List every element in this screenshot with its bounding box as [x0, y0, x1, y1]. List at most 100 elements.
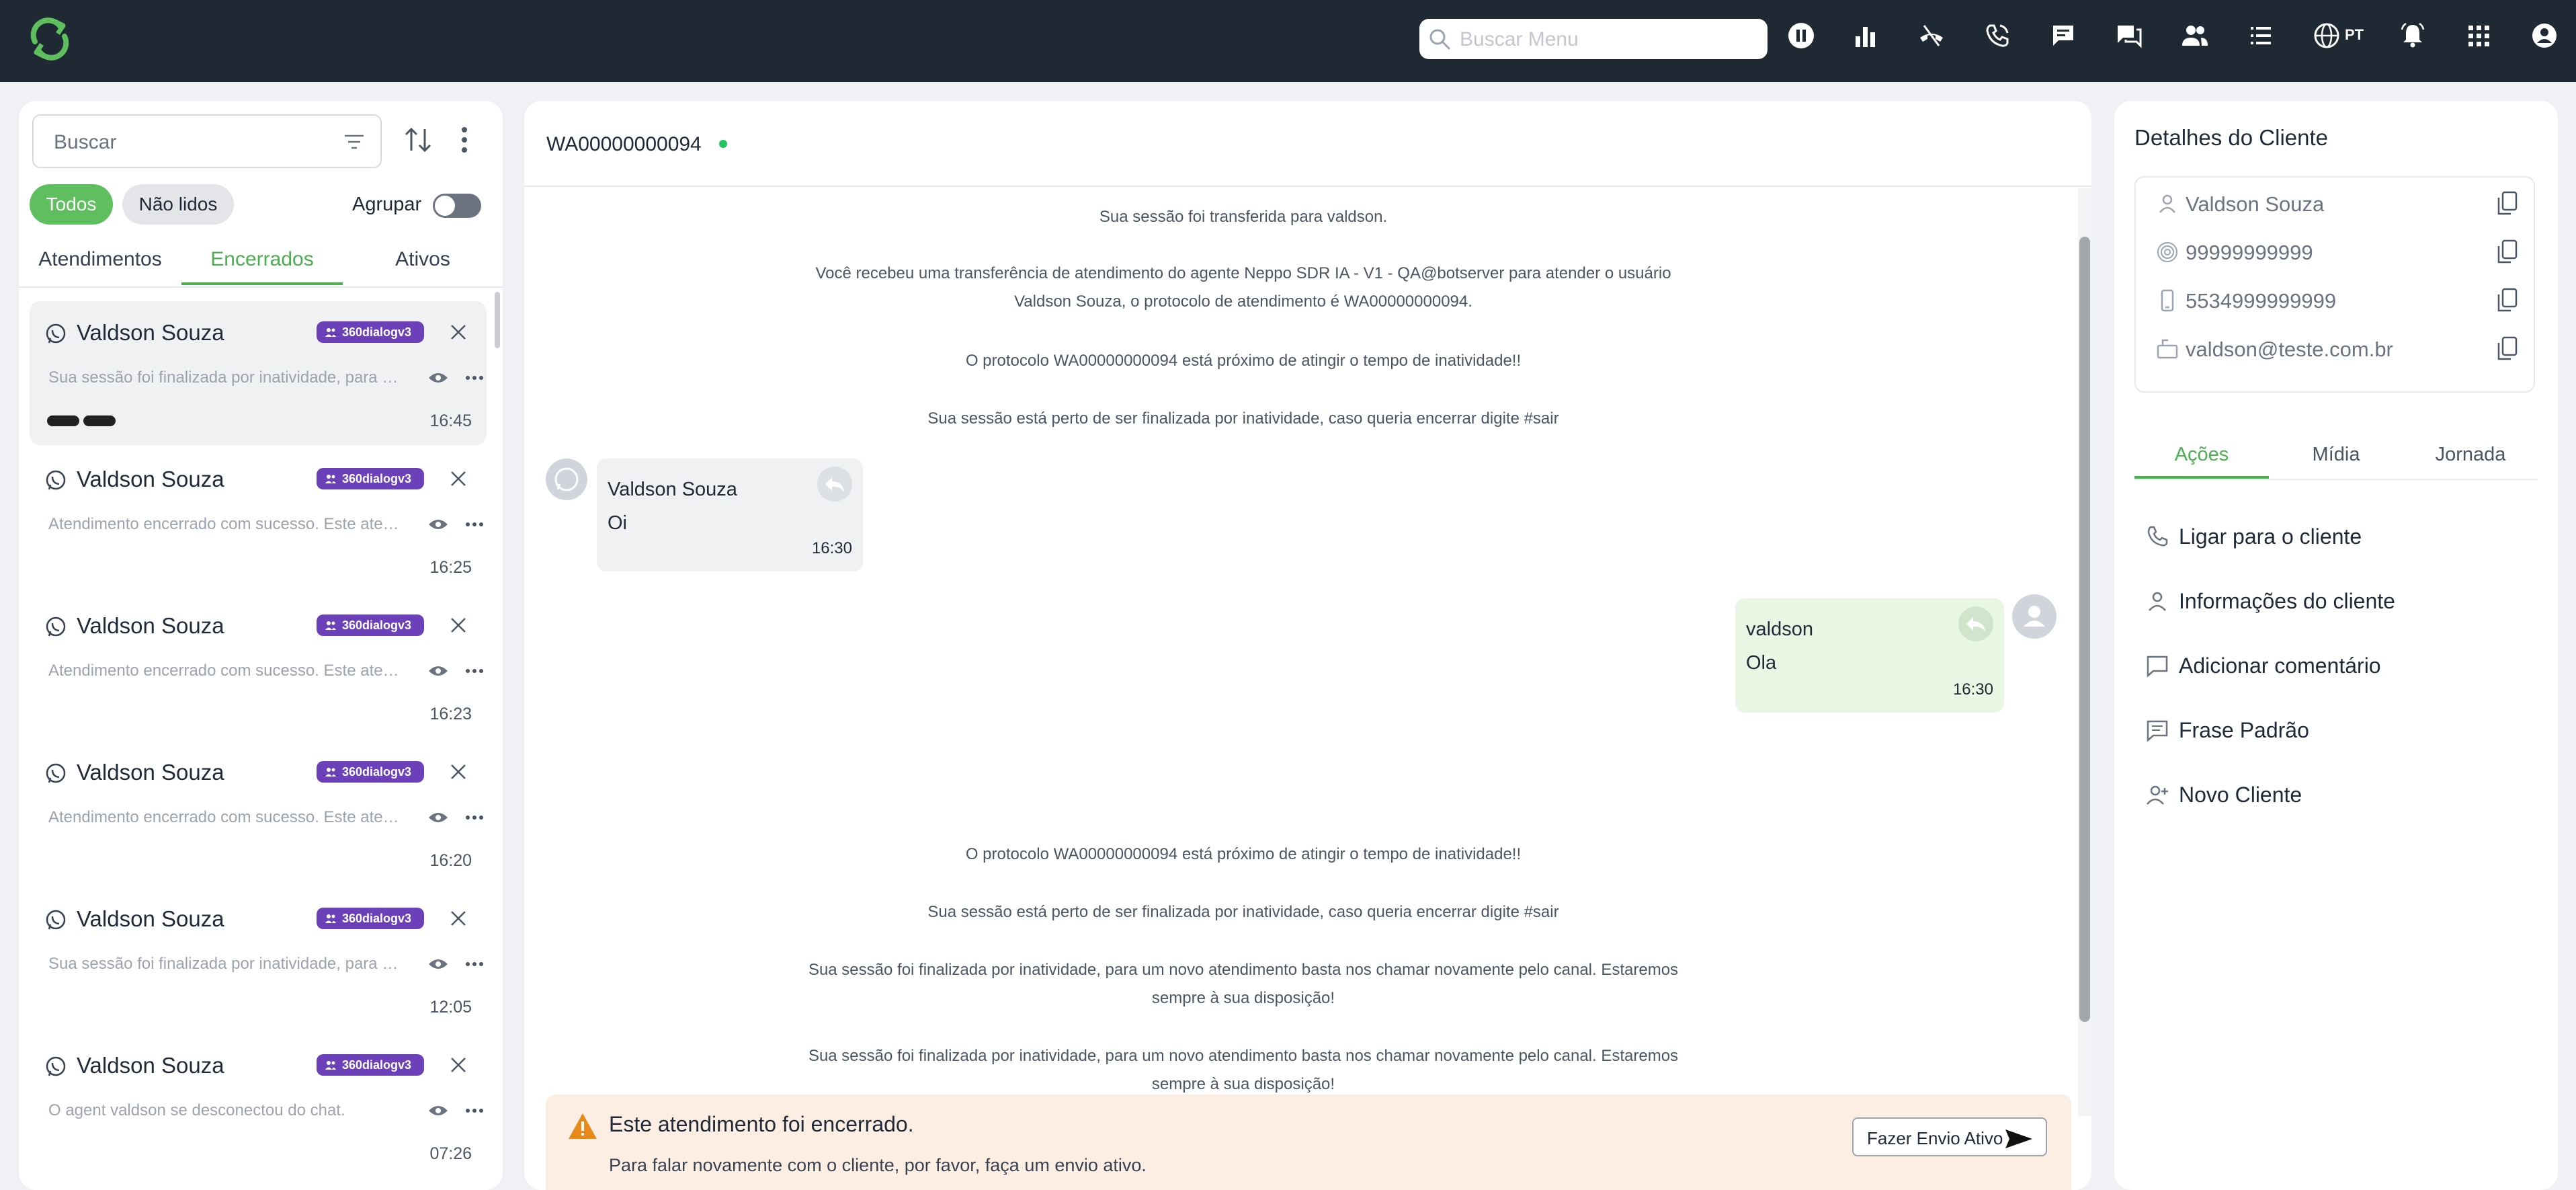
- eye-icon[interactable]: [427, 809, 449, 826]
- users-icon[interactable]: [2180, 21, 2210, 50]
- hangup-icon[interactable]: [1917, 21, 1946, 50]
- new-client-action[interactable]: Novo Cliente: [2145, 775, 2522, 815]
- list-scrollbar[interactable]: [495, 292, 500, 348]
- agent-avatar: [2012, 594, 2056, 639]
- more-icon[interactable]: [465, 961, 484, 967]
- client-email-row: valdson@teste.com.br: [2136, 325, 2536, 374]
- call-icon[interactable]: [1983, 21, 2012, 50]
- conversation-time: 12:05: [429, 998, 472, 1017]
- stats-icon[interactable]: [1851, 21, 1880, 50]
- contact-name: Valdson Souza: [77, 906, 224, 931]
- more-icon[interactable]: [465, 522, 484, 527]
- globe-icon[interactable]: [2312, 21, 2341, 50]
- system-message: O protocolo WA00000000094 está próximo d…: [965, 845, 1522, 863]
- language-label[interactable]: PT: [2345, 26, 2364, 44]
- more-options-icon[interactable]: [460, 125, 469, 155]
- whatsapp-icon: [46, 910, 66, 930]
- group-label: Agrupar: [352, 194, 422, 215]
- filter-icon[interactable]: [343, 130, 366, 153]
- tag-pill[interactable]: [47, 415, 79, 426]
- chat-icon[interactable]: [2048, 21, 2078, 50]
- copy-icon[interactable]: [2496, 191, 2519, 216]
- eye-icon[interactable]: [427, 663, 449, 679]
- tag-pill[interactable]: [83, 415, 116, 426]
- filter-all-chip[interactable]: Todos: [30, 184, 113, 225]
- client-document: 99999999999: [2186, 241, 2313, 264]
- standard-phrase-action[interactable]: Frase Padrão: [2145, 710, 2522, 750]
- client-details-title: Detalhes do Cliente: [2134, 125, 2329, 150]
- phone-call-icon: [2147, 526, 2168, 547]
- message-text: Oi: [608, 512, 627, 534]
- close-icon[interactable]: [448, 468, 469, 489]
- more-icon[interactable]: [465, 375, 484, 381]
- group-icon: [325, 768, 336, 777]
- close-icon[interactable]: [448, 761, 469, 783]
- conversation-item[interactable]: Valdson Souza 360dialogv3 Sua sessão foi f…: [30, 301, 487, 445]
- message-sender: valdson: [1746, 619, 1813, 640]
- client-info-action[interactable]: Informações do cliente: [2145, 581, 2522, 621]
- call-client-action[interactable]: Ligar para o cliente: [2145, 516, 2522, 557]
- eye-icon[interactable]: [427, 370, 449, 386]
- tab-acoes[interactable]: Ações: [2134, 430, 2269, 479]
- search-icon: [1429, 29, 1450, 50]
- active-send-label: Fazer Envio Ativo: [1867, 1128, 2003, 1148]
- message-preview: O agent valdson se desconectou do chat.: [48, 1101, 345, 1119]
- comment-icon: [2147, 656, 2168, 678]
- bell-icon[interactable]: [2398, 21, 2427, 50]
- copy-icon[interactable]: [2496, 288, 2519, 313]
- pause-icon[interactable]: [1786, 21, 1816, 50]
- group-toggle[interactable]: [433, 194, 481, 218]
- tab-ativos[interactable]: Ativos: [343, 233, 503, 286]
- reply-icon[interactable]: [1958, 606, 1993, 641]
- close-icon[interactable]: [448, 321, 469, 343]
- action-label: Novo Cliente: [2179, 783, 2302, 807]
- add-user-icon: [2147, 785, 2168, 805]
- tab-midia[interactable]: Mídia: [2269, 430, 2403, 479]
- more-icon[interactable]: [465, 1108, 484, 1113]
- conversation-tabs: Atendimentos Encerrados Ativos: [19, 233, 503, 288]
- eye-icon[interactable]: [427, 1103, 449, 1119]
- active-tab-indicator: [181, 282, 343, 285]
- conversation-item[interactable]: Valdson Souza 360dialogv3 Atendimento ence…: [30, 448, 487, 592]
- close-icon[interactable]: [448, 614, 469, 636]
- conversation-item[interactable]: Valdson Souza 360dialogv3 Atendimento ence…: [30, 594, 487, 738]
- reply-icon[interactable]: [817, 467, 852, 502]
- channel-badge: 360dialogv3: [317, 321, 424, 343]
- active-send-button[interactable]: Fazer Envio Ativo: [1852, 1117, 2047, 1156]
- apps-icon[interactable]: [2464, 21, 2493, 50]
- conversation-item[interactable]: Valdson Souza 360dialogv3 Sua sessão foi f…: [30, 887, 487, 1031]
- tab-encerrados[interactable]: Encerrados: [181, 233, 343, 286]
- close-icon[interactable]: [448, 1054, 469, 1076]
- copy-icon[interactable]: [2496, 239, 2519, 265]
- sort-icon[interactable]: [403, 124, 433, 156]
- phone-icon: [2161, 289, 2174, 312]
- conversation-search: [32, 114, 382, 168]
- list-icon[interactable]: [2246, 21, 2276, 50]
- contact-name: Valdson Souza: [77, 613, 224, 638]
- eye-icon[interactable]: [427, 956, 449, 972]
- conversation-item[interactable]: Valdson Souza 360dialogv3 O agent valdson …: [30, 1034, 487, 1178]
- more-icon[interactable]: [465, 815, 484, 820]
- chat-scrollbar[interactable]: [2079, 237, 2090, 1022]
- menu-search-input[interactable]: [1458, 24, 1757, 55]
- eye-icon[interactable]: [427, 516, 449, 532]
- filter-unread-chip[interactable]: Não lidos: [122, 184, 234, 225]
- chat-panel: WA00000000094 Sua sessão foi transferida…: [524, 101, 2091, 1190]
- more-icon[interactable]: [465, 668, 484, 674]
- action-label: Frase Padrão: [2179, 718, 2309, 742]
- add-comment-action[interactable]: Adicionar comentário: [2145, 645, 2522, 686]
- active-tab-indicator: [2134, 476, 2269, 479]
- tab-jornada[interactable]: Jornada: [2403, 430, 2538, 479]
- close-icon[interactable]: [448, 908, 469, 929]
- copy-icon[interactable]: [2496, 336, 2519, 362]
- whatsapp-icon: [46, 470, 66, 490]
- tab-atendimentos[interactable]: Atendimentos: [19, 233, 181, 286]
- conversation-item[interactable]: Valdson Souza 360dialogv3 Atendimento ence…: [30, 741, 487, 885]
- account-icon[interactable]: [2530, 21, 2559, 50]
- app-logo[interactable]: [26, 15, 74, 63]
- closed-banner: Este atendimento foi encerrado. Para fal…: [546, 1095, 2071, 1190]
- conversation-search-input[interactable]: [52, 126, 324, 159]
- chats-icon[interactable]: [2114, 21, 2144, 50]
- toggle-knob: [435, 196, 455, 216]
- action-label: Ligar para o cliente: [2179, 524, 2362, 549]
